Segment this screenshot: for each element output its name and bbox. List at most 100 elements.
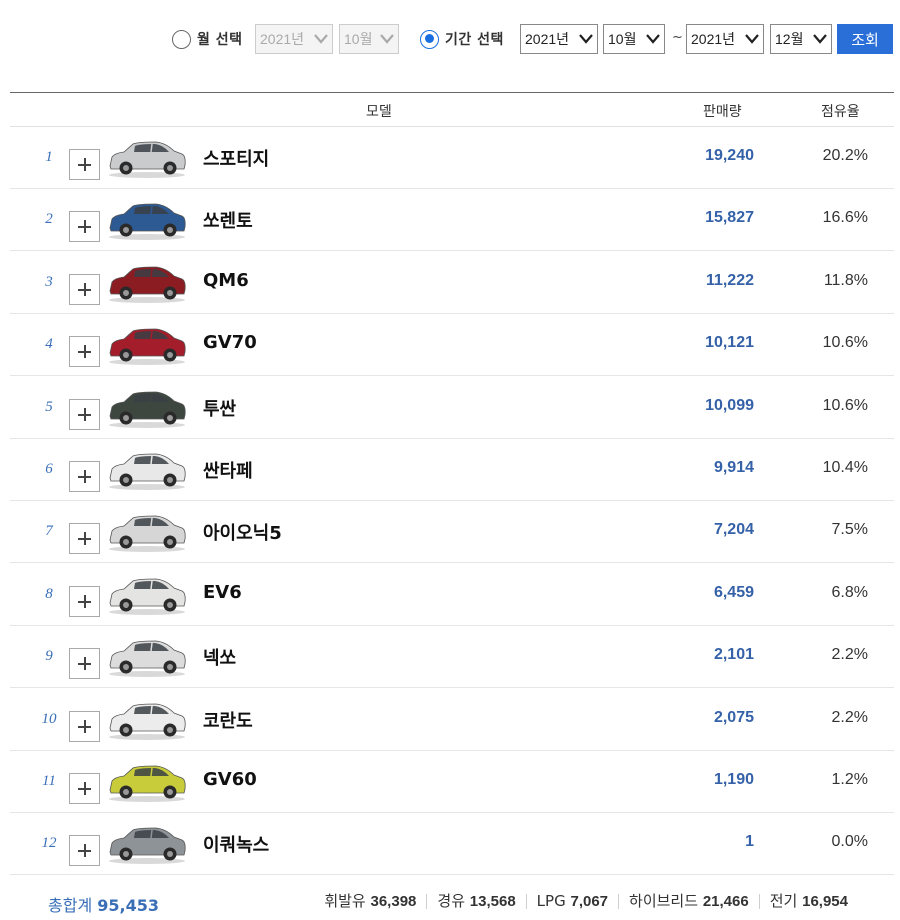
table-row: 11 GV60 1,190 1.2% (10, 751, 894, 813)
model-name[interactable]: 스포티지 (203, 145, 269, 171)
end-month-select[interactable]: 12월 (770, 24, 832, 54)
grand-total: 총합계 95,453 (48, 892, 159, 916)
model-name[interactable]: 투싼 (203, 395, 236, 421)
model-name[interactable]: 코란도 (203, 707, 253, 733)
period-radio[interactable] (420, 29, 439, 49)
chevron-down-icon (314, 34, 328, 44)
market-share: 2.2% (831, 708, 868, 726)
chevron-down-icon (579, 34, 593, 44)
white-suv-icon (109, 453, 186, 490)
fuel-breakdown: 휘발유 36,398 경유 13,568 LPG 7,067 하이브리드 21,… (314, 894, 858, 909)
sales-count: 11,222 (705, 271, 754, 289)
table-row: 9 넥쏘 2,101 2.2% (10, 626, 894, 689)
fuel-value: 7,067 (570, 893, 609, 910)
rank-number: 7 (45, 523, 53, 540)
sales-count: 10,099 (705, 396, 754, 414)
model-name[interactable]: 이쿼녹스 (203, 831, 269, 857)
silver-suv-icon (109, 515, 186, 553)
model-name[interactable]: EV6 (203, 582, 242, 603)
model-name[interactable]: 싼타페 (203, 457, 253, 483)
chevron-down-icon (380, 34, 394, 44)
market-share: 1.2% (831, 771, 868, 788)
fuel-label: 전기 (769, 892, 798, 910)
range-separator: ~ (672, 30, 683, 45)
chevron-down-icon (745, 34, 759, 44)
expand-plus-button[interactable] (69, 149, 100, 180)
table-header: 모델 판매량 점유율 (10, 92, 894, 127)
start-month-value: 10월 (608, 31, 637, 47)
period-select-option[interactable]: 기간 선택 (420, 24, 504, 54)
dark-green-suv-icon (109, 391, 186, 428)
expand-plus-button[interactable] (69, 211, 100, 243)
market-share: 11.8% (823, 271, 868, 289)
expand-plus-button[interactable] (69, 710, 100, 742)
model-name[interactable]: 넥쏘 (203, 644, 236, 670)
model-name[interactable]: 쏘렌토 (203, 207, 253, 233)
column-header-model: 모델 (366, 104, 392, 120)
month-year-value: 2021년 (260, 31, 305, 47)
market-share: 10.6% (822, 396, 868, 414)
column-header-share: 점유율 (821, 104, 860, 120)
model-name[interactable]: GV70 (203, 332, 257, 353)
expand-plus-button[interactable] (69, 398, 100, 430)
grey-suv-icon (109, 827, 186, 865)
date-filter-bar: 월 선택 2021년 10월 기간 선택 2021년 10월 ~ 2021년 1… (0, 24, 900, 56)
sales-count: 15,827 (705, 209, 754, 227)
fuel-item-hybrid: 하이브리드 21,466 (618, 894, 759, 909)
sales-count: 2,075 (713, 708, 754, 726)
rank-number: 3 (45, 273, 53, 290)
total-value: 95,453 (97, 896, 160, 915)
market-share: 10.4% (822, 459, 868, 476)
chevron-down-icon (813, 34, 827, 44)
expand-plus-button[interactable] (69, 773, 100, 804)
end-year-select[interactable]: 2021년 (686, 24, 764, 54)
sales-count: 9,914 (713, 459, 754, 476)
expand-plus-button[interactable] (69, 648, 100, 680)
start-year-value: 2021년 (525, 31, 570, 47)
start-month-select[interactable]: 10월 (603, 24, 665, 54)
fuel-item-electric: 전기 16,954 (758, 892, 858, 910)
sales-count: 19,240 (705, 147, 754, 164)
sales-count: 2,101 (713, 646, 754, 664)
period-radio-label: 기간 선택 (445, 32, 504, 48)
fuel-value: 16,954 (802, 893, 848, 910)
table-row: 7 아이오닉5 7,204 7.5% (10, 501, 894, 564)
month-select-option[interactable]: 월 선택 (172, 24, 243, 54)
expand-plus-button[interactable] (69, 336, 100, 368)
expand-plus-button[interactable] (69, 585, 100, 617)
silver-suv-icon (109, 141, 186, 178)
model-name[interactable]: GV60 (203, 769, 257, 790)
blue-suv-icon (109, 203, 186, 241)
fuel-label: 휘발유 (324, 892, 366, 910)
model-name[interactable]: 아이오닉5 (203, 519, 282, 545)
total-label: 총합계 (48, 896, 93, 915)
expand-plus-button[interactable] (69, 835, 100, 867)
table-row: 8 EV6 6,459 6.8% (10, 564, 894, 626)
expand-plus-button[interactable] (69, 273, 100, 305)
search-button[interactable]: 조회 (837, 24, 893, 54)
table-row: 12 이쿼녹스 1 0.0% (10, 813, 894, 876)
expand-plus-button[interactable] (69, 461, 100, 492)
month-radio-label: 월 선택 (197, 32, 243, 48)
chevron-down-icon (646, 34, 660, 44)
start-year-select[interactable]: 2021년 (520, 24, 598, 54)
sales-count: 1 (745, 833, 754, 851)
rank-number: 11 (42, 773, 56, 789)
table-row: 3 QM6 11,222 11.8% (10, 252, 894, 314)
fuel-label: 하이브리드 (629, 892, 699, 910)
market-share: 6.8% (831, 583, 868, 601)
table-row: 1 스포티지 19,240 20.2% (10, 127, 894, 189)
fuel-item-lpg: LPG 7,067 (525, 893, 618, 910)
model-name[interactable]: QM6 (203, 270, 249, 291)
rank-number: 6 (45, 461, 53, 477)
sales-count: 1,190 (713, 771, 754, 788)
expand-plus-button[interactable] (69, 523, 100, 555)
column-header-sales: 판매량 (703, 104, 742, 120)
sales-count: 7,204 (713, 521, 754, 539)
month-radio[interactable] (172, 29, 191, 49)
table-footer: 총합계 95,453 휘발유 36,398 경유 13,568 LPG 7,06… (10, 888, 894, 918)
rank-number: 5 (45, 398, 53, 415)
month-month-value: 10월 (344, 31, 373, 47)
red-suv-icon (109, 266, 186, 303)
market-share: 7.5% (831, 521, 868, 539)
